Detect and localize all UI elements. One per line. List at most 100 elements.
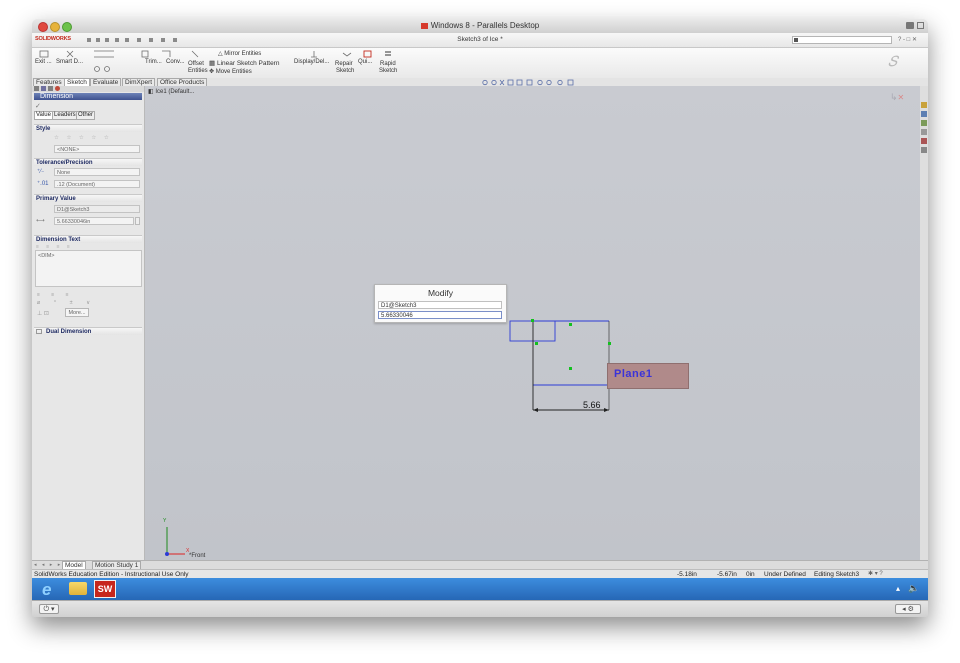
mac-window-title: Windows 8 - Parallels Desktop — [32, 21, 928, 30]
solidworks-title-bar: SOLIDWORKS Sketch3 of Ice * ? - □ ✕ — [32, 33, 928, 48]
trim-entities-button[interactable]: Trim... — [145, 59, 162, 65]
section-tolerance-precision[interactable]: Tolerance/Precision — [34, 158, 142, 166]
section-style[interactable]: Style — [34, 124, 142, 132]
volume-icon[interactable]: 🔈 — [908, 583, 919, 594]
ok-check-icon[interactable]: ✓ — [35, 102, 41, 110]
modify-name-field[interactable]: D1@Sketch3 — [378, 301, 502, 309]
subtab-leaders[interactable]: Leaders — [52, 111, 78, 120]
style-favorite-icons[interactable]: ☆ ☆ ☆ ☆ ☆ — [54, 135, 112, 141]
heads-up-view-toolbar[interactable] — [482, 79, 592, 86]
rapid-sketch-sublabel: Sketch — [379, 68, 398, 74]
feature-manager-icon[interactable] — [34, 86, 39, 91]
settings-gear-icon[interactable]: ◂ ⚙ — [895, 604, 921, 614]
file-explorer-icon[interactable] — [921, 120, 927, 126]
file-explorer-icon[interactable] — [69, 582, 87, 595]
sketch-point — [608, 342, 611, 345]
precision-icon: ⁺.01 — [37, 181, 49, 187]
exit-sketch-button[interactable]: Exit ... — [35, 59, 52, 65]
display-delete-relations-button[interactable]: Display/Del... — [294, 59, 329, 65]
rapid-sketch-button[interactable]: Rapid — [380, 61, 396, 67]
tolerance-type-dropdown[interactable]: None — [54, 168, 140, 176]
design-library-icon[interactable] — [921, 111, 927, 117]
subtab-value[interactable]: Value — [34, 111, 53, 120]
command-manager: Exit ... Smart D... Trim... Conv... Offs… — [32, 48, 928, 79]
internet-explorer-icon[interactable]: e — [42, 580, 51, 600]
modify-dialog: Modify D1@Sketch3 5.66330046 — [374, 284, 507, 323]
parallels-window: Windows 8 - Parallels Desktop SOLIDWORKS… — [32, 19, 928, 617]
offset-entities-sublabel: Entities — [188, 68, 208, 74]
modify-value-input[interactable]: 5.66330046 — [378, 311, 502, 319]
bottom-tabs: ◂ ◂ ▸ ▸ Model Motion Study 1 — [32, 560, 928, 570]
text-alignment-icons[interactable]: ≡ ≡ ≡ — [37, 292, 74, 298]
dimension-arrow-right — [604, 408, 609, 412]
dual-dimension-checkbox[interactable] — [36, 329, 42, 334]
view-palette-icon[interactable] — [921, 129, 927, 135]
sketch-point — [531, 319, 534, 322]
section-dimension-text[interactable]: Dimension Text — [34, 235, 142, 243]
configuration-manager-icon[interactable] — [48, 86, 53, 91]
sketch-point — [569, 367, 572, 370]
triad-y-label: Y — [163, 518, 167, 524]
smart-dimension-button[interactable]: Smart D... — [56, 59, 83, 65]
primary-value-name-field[interactable]: D1@Sketch3 — [54, 205, 140, 213]
convert-entities-button[interactable]: Conv... — [166, 59, 185, 65]
power-button[interactable]: ⏻ ▾ — [39, 604, 59, 614]
symbol-library-icon[interactable]: ⊥ ⊡ — [37, 310, 49, 317]
solidworks-watermark-icon: 𝑆 — [888, 53, 898, 69]
panel-tab-strip[interactable] — [32, 86, 144, 92]
graphics-area[interactable]: ◧ Ice1 (Default... ↳✕ Plane1 5.66 *Front… — [145, 86, 920, 560]
coherence-icon[interactable] — [906, 22, 914, 29]
repair-sketch-button[interactable]: Repair — [335, 61, 353, 67]
mirror-entities-button[interactable]: △ Mirror Entities — [218, 50, 261, 57]
move-icon: ✥ — [209, 69, 216, 75]
modify-dialog-title: Modify — [427, 288, 454, 298]
primary-value-field[interactable]: 5.66330046in — [54, 217, 134, 225]
triad-origin — [165, 552, 169, 556]
appearance-icon[interactable] — [55, 86, 60, 91]
section-primary-value[interactable]: Primary Value — [34, 194, 142, 202]
move-entities-button[interactable]: ✥ Move Entities — [209, 68, 252, 75]
dimension-text-area[interactable]: <DIM> — [35, 250, 142, 287]
quick-snaps-button[interactable]: Qui... — [358, 59, 372, 65]
appearances-icon[interactable] — [921, 138, 927, 144]
search-input[interactable] — [792, 36, 892, 44]
repair-sketch-sublabel: Sketch — [336, 68, 355, 74]
sketch-point — [569, 323, 572, 326]
windows-taskbar: e SW ▴ 🔈 — [32, 578, 928, 600]
dimension-value-label[interactable]: 5.66 — [583, 400, 601, 410]
primary-value-spinner[interactable] — [135, 217, 140, 225]
triad-x-label: X — [186, 548, 190, 554]
dimension-value-icon: ⟷ — [36, 218, 45, 224]
tray-expand-icon[interactable]: ▴ — [896, 584, 900, 593]
linear-sketch-pattern-button[interactable]: ▦ Linear Sketch Pattern — [209, 59, 279, 67]
style-dropdown[interactable]: <NONE> — [54, 145, 140, 153]
dimension-arrow-left — [533, 408, 538, 412]
windows-logo-icon — [420, 23, 428, 29]
mac-title-bar: Windows 8 - Parallels Desktop — [32, 19, 928, 34]
fullscreen-icon[interactable] — [917, 22, 924, 29]
search-icon — [794, 38, 798, 42]
custom-properties-icon[interactable] — [921, 147, 927, 153]
view-orientation-label: *Front — [189, 553, 206, 559]
subtab-other[interactable]: Other — [76, 111, 96, 120]
sketch-rectangle — [509, 320, 556, 342]
offset-entities-button[interactable]: Offset — [188, 61, 204, 67]
window-controls[interactable]: ? - □ ✕ — [898, 36, 917, 43]
tolerance-type-icon: ⁺⁄₋ — [37, 169, 45, 175]
sketch-point — [535, 342, 538, 345]
parallels-bottom-bar: ⏻ ▾ ◂ ⚙ — [32, 600, 928, 617]
property-manager: Dimension ✓ Value Leaders Other Style ☆ … — [32, 86, 145, 560]
solidworks-taskbar-icon[interactable]: SW — [94, 580, 116, 598]
sketch-geometry — [165, 319, 611, 556]
resources-icon[interactable] — [921, 102, 927, 108]
more-symbols-button[interactable]: More... — [65, 308, 89, 317]
task-pane-tabs — [920, 86, 928, 560]
plane1-label[interactable]: Plane1 — [607, 363, 689, 389]
tab-scroll-arrows[interactable]: ◂ ◂ ▸ ▸ — [34, 562, 62, 568]
section-dual-dimension[interactable]: Dual Dimension — [34, 327, 142, 335]
symbol-icons[interactable]: ⌀ ° ± ∨ — [37, 300, 96, 306]
linear-pattern-icon: ▦ — [209, 60, 217, 67]
property-manager-icon[interactable] — [41, 86, 46, 91]
panel-title: Dimension — [34, 93, 142, 100]
precision-dropdown[interactable]: .12 (Document) — [54, 180, 140, 188]
